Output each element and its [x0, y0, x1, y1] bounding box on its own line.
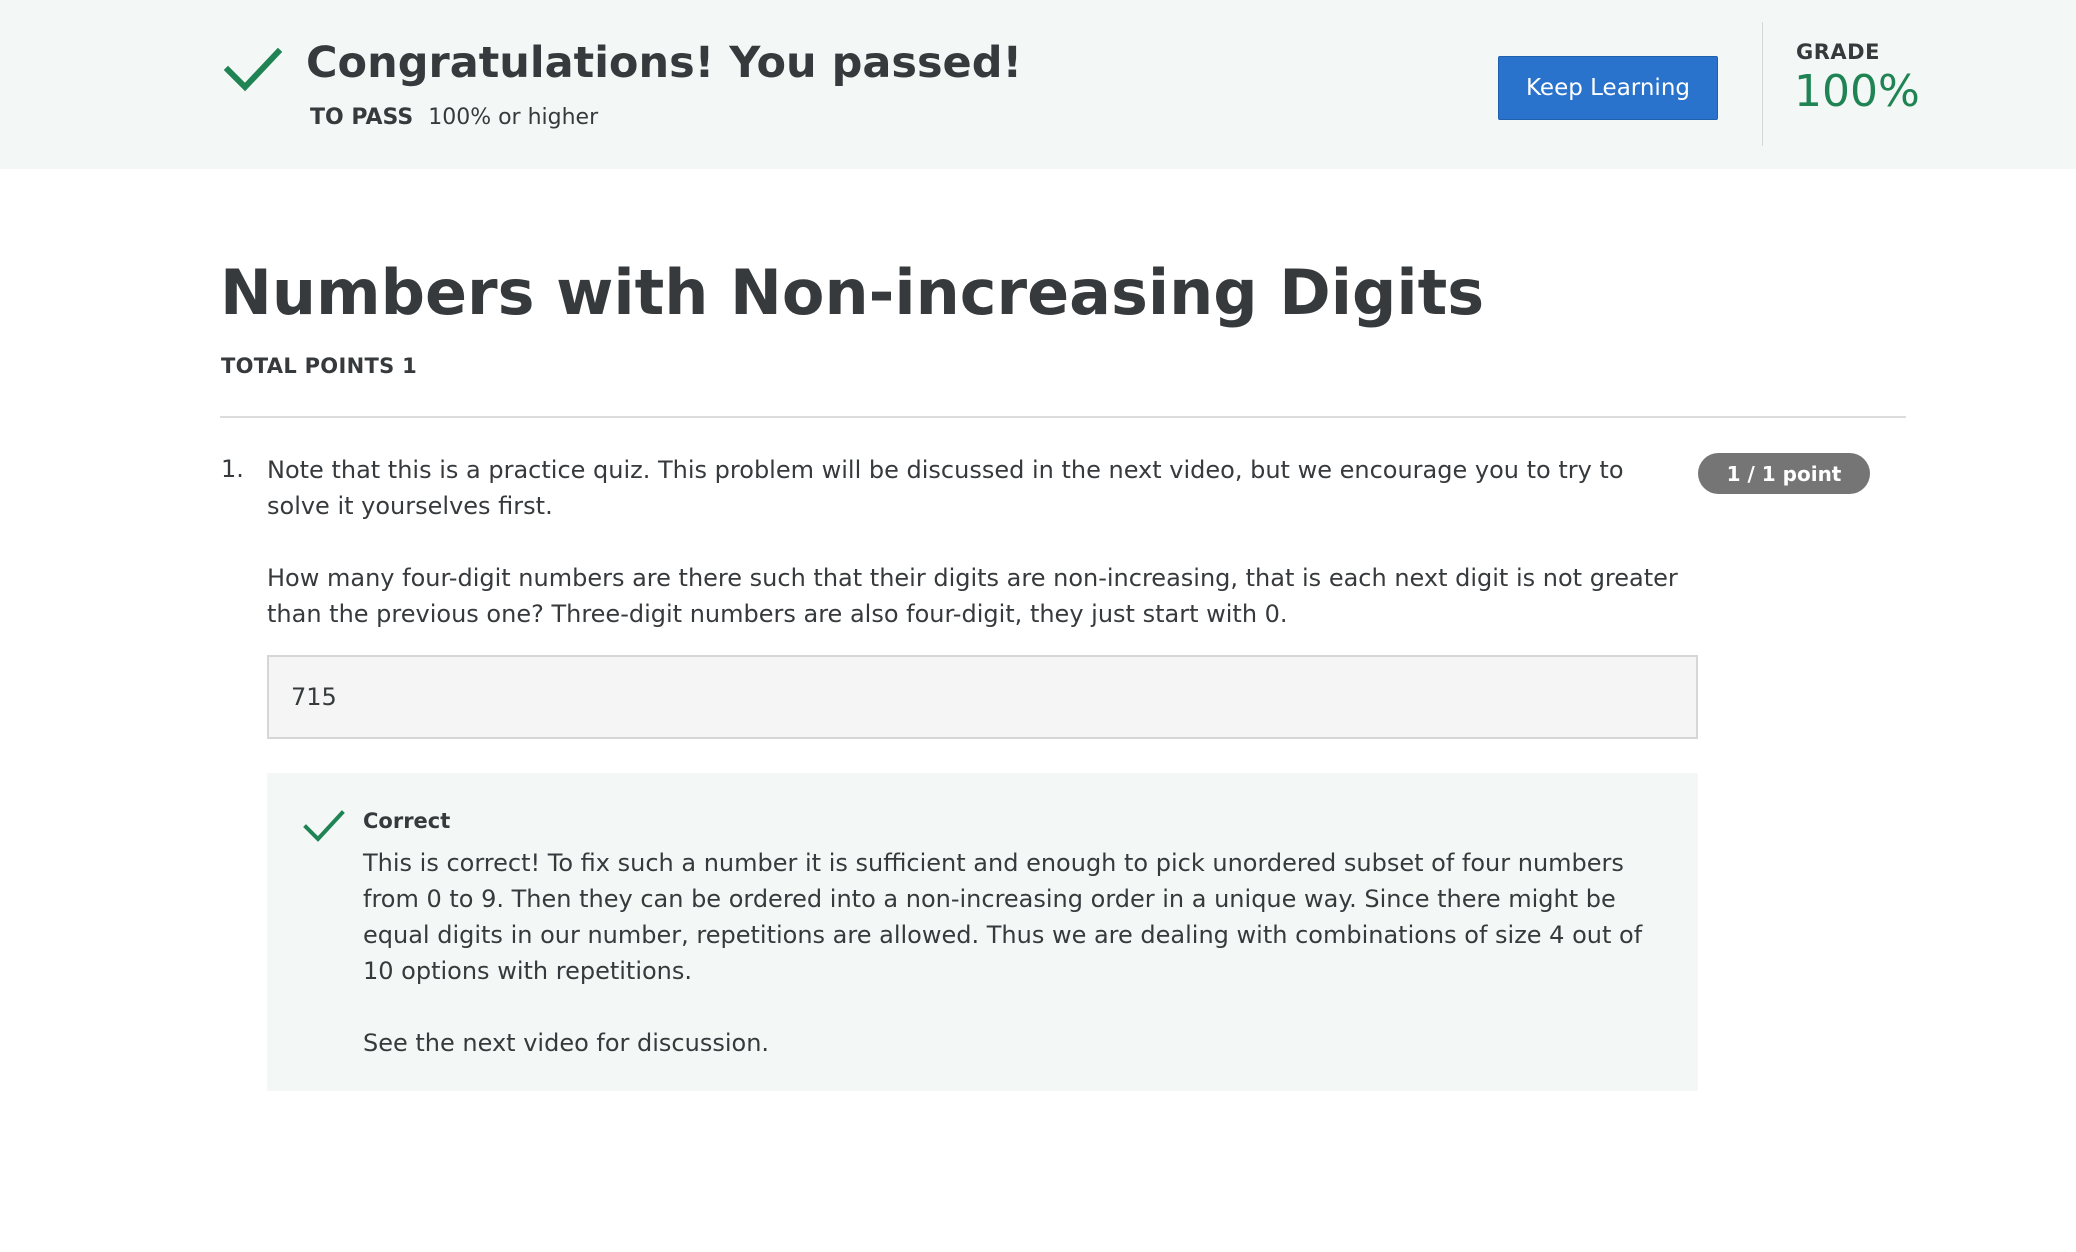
question-number: 1. — [221, 455, 244, 483]
pass-value: 100% or higher — [428, 105, 599, 130]
feedback-title: Correct — [363, 809, 451, 833]
answer-input[interactable]: 715 — [267, 655, 1698, 739]
divider — [220, 416, 1906, 418]
result-banner: Congratulations! You passed! TO PASS 100… — [0, 0, 2076, 169]
pass-label: TO PASS — [310, 105, 414, 130]
keep-learning-button[interactable]: Keep Learning — [1498, 56, 1718, 120]
points-badge: 1 / 1 point — [1698, 453, 1870, 494]
feedback-note: See the next video for discussion. — [363, 1029, 770, 1057]
feedback-explanation: This is correct! To fix such a number it… — [363, 849, 1643, 985]
pass-requirement: TO PASS 100% or higher — [310, 105, 598, 130]
banner-divider — [1762, 22, 1763, 146]
pass-heading: Congratulations! You passed! — [306, 38, 1023, 88]
grade-value: 100% — [1794, 66, 1920, 117]
total-points: TOTAL POINTS 1 — [221, 354, 418, 378]
checkmark-icon — [224, 47, 282, 92]
question-text-intro: Note that this is a practice quiz. This … — [267, 456, 1624, 520]
feedback-panel: Correct This is correct! To fix such a n… — [267, 773, 1698, 1091]
checkmark-icon — [303, 810, 345, 842]
page-title: Numbers with Non-increasing Digits — [220, 256, 1485, 329]
question-text: How many four-digit numbers are there su… — [267, 564, 1678, 628]
grade-label: GRADE — [1796, 40, 1880, 64]
